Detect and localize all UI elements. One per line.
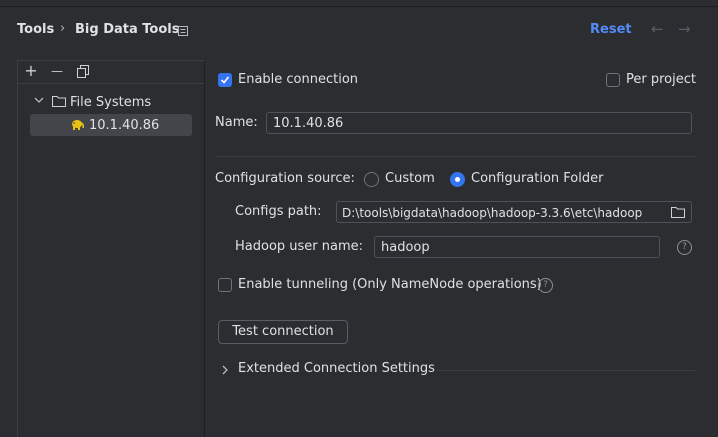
tree-group-label: File Systems bbox=[70, 95, 152, 110]
radio-configuration-folder[interactable] bbox=[450, 172, 465, 187]
back-arrow-icon[interactable]: ← bbox=[651, 20, 664, 38]
extended-settings-toggle[interactable]: Extended Connection Settings bbox=[238, 361, 435, 376]
browse-folder-icon[interactable] bbox=[671, 206, 685, 222]
section-divider bbox=[215, 156, 695, 157]
hadoop-user-label: Hadoop user name: bbox=[235, 239, 364, 254]
add-icon[interactable]: + bbox=[22, 62, 40, 80]
configs-path-value: D:\tools\bigdata\hadoop\hadoop-3.3.6\etc… bbox=[342, 206, 643, 220]
config-source-label: Configuration source: bbox=[215, 171, 355, 186]
copy-icon[interactable] bbox=[74, 62, 92, 80]
hadoop-user-value: hadoop bbox=[381, 240, 430, 255]
name-field[interactable]: 10.1.40.86 bbox=[266, 112, 692, 134]
tree-group-file-systems[interactable]: File Systems bbox=[18, 91, 204, 113]
reset-button[interactable]: Reset bbox=[590, 22, 632, 37]
breadcrumb-current: Big Data Tools bbox=[75, 22, 180, 37]
header: Tools › Big Data Tools Reset ← → bbox=[0, 18, 718, 44]
tunneling-help-icon[interactable]: ? bbox=[538, 278, 553, 293]
enable-tunneling-label[interactable]: Enable tunneling (Only NameNode operatio… bbox=[238, 277, 542, 292]
settings-scope-icon bbox=[178, 25, 188, 40]
forward-arrow-icon[interactable]: → bbox=[678, 20, 691, 38]
name-label: Name: bbox=[215, 115, 258, 130]
connection-settings-panel: Enable connection Per project Name: 10.1… bbox=[205, 60, 718, 437]
radio-custom[interactable] bbox=[364, 172, 379, 187]
sidebar-toolbar: + — bbox=[18, 61, 204, 84]
configs-path-field[interactable]: D:\tools\bigdata\hadoop\hadoop-3.3.6\etc… bbox=[336, 201, 692, 223]
breadcrumb-root[interactable]: Tools bbox=[17, 22, 54, 37]
radio-configuration-folder-label[interactable]: Configuration Folder bbox=[471, 171, 603, 186]
top-border bbox=[0, 0, 718, 7]
name-field-value: 10.1.40.86 bbox=[273, 116, 344, 131]
radio-custom-label[interactable]: Custom bbox=[385, 171, 435, 186]
enable-connection-label[interactable]: Enable connection bbox=[238, 72, 358, 87]
extended-settings-divider bbox=[437, 370, 695, 371]
per-project-label[interactable]: Per project bbox=[626, 72, 696, 87]
chevron-down-icon[interactable] bbox=[34, 95, 44, 108]
hadoop-user-help-icon[interactable]: ? bbox=[677, 240, 692, 255]
tree-item-label: 10.1.40.86 bbox=[89, 118, 160, 133]
folder-icon bbox=[52, 95, 66, 111]
hadoop-user-field[interactable]: hadoop bbox=[374, 236, 660, 258]
sidebar: + — File Systems 10.1.40.86 bbox=[17, 60, 205, 437]
tree-item-connection[interactable]: 10.1.40.86 bbox=[30, 114, 192, 136]
enable-tunneling-checkbox[interactable] bbox=[218, 278, 232, 292]
chevron-right-icon[interactable] bbox=[221, 364, 229, 379]
remove-icon[interactable]: — bbox=[48, 62, 66, 80]
breadcrumb-separator: › bbox=[60, 21, 66, 36]
configs-path-label: Configs path: bbox=[235, 204, 322, 219]
enable-connection-checkbox[interactable] bbox=[218, 73, 232, 87]
per-project-checkbox[interactable] bbox=[606, 73, 620, 87]
test-connection-button[interactable]: Test connection bbox=[218, 320, 348, 344]
hadoop-elephant-icon bbox=[70, 118, 84, 135]
